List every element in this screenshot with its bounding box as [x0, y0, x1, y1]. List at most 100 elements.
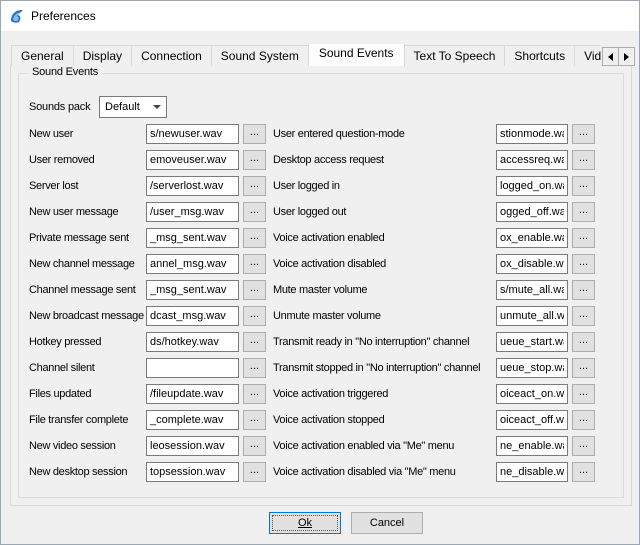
browse-button[interactable]: ... [572, 176, 595, 196]
sound-file-input[interactable] [146, 462, 239, 482]
sound-event-row: File transfer complete ... Voice activat… [1, 410, 639, 430]
ok-button[interactable]: Ok [269, 512, 341, 534]
cancel-button[interactable]: Cancel [351, 512, 423, 534]
sound-file-input[interactable] [496, 332, 568, 352]
sound-event-label: New user message [29, 202, 118, 222]
sounds-pack-value: Default [105, 101, 140, 113]
sound-event-label: Voice activation triggered [273, 384, 388, 404]
sound-event-label: Server lost [29, 176, 78, 196]
browse-button[interactable]: ... [572, 306, 595, 326]
browse-button[interactable]: ... [572, 280, 595, 300]
tab-scroll-left-button[interactable] [602, 47, 619, 66]
browse-button[interactable]: ... [572, 358, 595, 378]
browse-button[interactable]: ... [243, 202, 266, 222]
browse-button[interactable]: ... [243, 280, 266, 300]
sound-event-label: Transmit stopped in "No interruption" ch… [273, 358, 480, 378]
sound-event-label: Transmit ready in "No interruption" chan… [273, 332, 469, 352]
browse-button[interactable]: ... [243, 410, 266, 430]
sound-file-input[interactable] [496, 176, 568, 196]
browse-button[interactable]: ... [243, 228, 266, 248]
chevron-down-icon [153, 105, 161, 109]
tab-video[interactable]: Video [574, 45, 601, 66]
sound-event-label: Voice activation disabled [273, 254, 386, 274]
sound-event-label: User removed [29, 150, 94, 170]
browse-button[interactable]: ... [572, 436, 595, 456]
browse-button[interactable]: ... [243, 436, 266, 456]
sound-event-label: User logged out [273, 202, 346, 222]
sound-event-label: Voice activation stopped [273, 410, 384, 430]
sound-file-input[interactable] [496, 150, 568, 170]
sound-file-input[interactable] [146, 202, 239, 222]
browse-button[interactable]: ... [243, 358, 266, 378]
sounds-pack-select[interactable]: Default [99, 96, 167, 118]
sound-file-input[interactable] [496, 280, 568, 300]
sound-file-input[interactable] [146, 150, 239, 170]
sound-file-input[interactable] [496, 254, 568, 274]
sound-file-input[interactable] [146, 358, 239, 378]
browse-button[interactable]: ... [243, 384, 266, 404]
tab-general[interactable]: General [11, 45, 74, 66]
browse-button[interactable]: ... [243, 176, 266, 196]
sounds-pack-label: Sounds pack [29, 96, 90, 118]
tab-sound-events[interactable]: Sound Events [308, 44, 405, 66]
sound-event-label: Unmute master volume [273, 306, 381, 326]
sound-event-label: Mute master volume [273, 280, 367, 300]
browse-button[interactable]: ... [243, 150, 266, 170]
window-title: Preferences [31, 9, 96, 23]
groupbox-title: Sound Events [28, 66, 102, 78]
sound-event-label: New channel message [29, 254, 135, 274]
sound-event-label: New video session [29, 436, 116, 456]
sound-event-row: Files updated ... Voice activation trigg… [1, 384, 639, 404]
browse-button[interactable]: ... [572, 410, 595, 430]
sound-file-input[interactable] [146, 124, 239, 144]
browse-button[interactable]: ... [572, 150, 595, 170]
sound-file-input[interactable] [496, 202, 568, 222]
sound-file-input[interactable] [146, 410, 239, 430]
tab-connection[interactable]: Connection [131, 45, 212, 66]
sound-event-label: Voice activation enabled [273, 228, 384, 248]
browse-button[interactable]: ... [572, 384, 595, 404]
browse-button[interactable]: ... [572, 202, 595, 222]
browse-button[interactable]: ... [572, 228, 595, 248]
browse-button[interactable]: ... [243, 306, 266, 326]
sound-event-label: Channel message sent [29, 280, 136, 300]
browse-button[interactable]: ... [572, 462, 595, 482]
sound-file-input[interactable] [496, 124, 568, 144]
sound-file-input[interactable] [146, 384, 239, 404]
sound-file-input[interactable] [496, 410, 568, 430]
sound-file-input[interactable] [146, 306, 239, 326]
ok-button-label: Ok [298, 517, 312, 529]
tab-text-to-speech[interactable]: Text To Speech [404, 45, 506, 66]
tab-display[interactable]: Display [73, 45, 132, 66]
browse-button[interactable]: ... [572, 124, 595, 144]
sound-file-input[interactable] [496, 462, 568, 482]
app-icon [9, 8, 25, 24]
sound-event-label: File transfer complete [29, 410, 128, 430]
sound-file-input[interactable] [146, 436, 239, 456]
sound-file-input[interactable] [496, 358, 568, 378]
sound-file-input[interactable] [146, 176, 239, 196]
sound-event-label: Files updated [29, 384, 91, 404]
sound-event-row: Channel silent ... Transmit stopped in "… [1, 358, 639, 378]
browse-button[interactable]: ... [243, 124, 266, 144]
sound-file-input[interactable] [496, 436, 568, 456]
tab-shortcuts[interactable]: Shortcuts [504, 45, 575, 66]
sound-file-input[interactable] [146, 332, 239, 352]
preferences-dialog: Preferences General Display Connection S… [0, 0, 640, 545]
browse-button[interactable]: ... [572, 254, 595, 274]
browse-button[interactable]: ... [243, 254, 266, 274]
sound-event-label: Private message sent [29, 228, 129, 248]
browse-button[interactable]: ... [243, 462, 266, 482]
sound-file-input[interactable] [146, 254, 239, 274]
browse-button[interactable]: ... [572, 332, 595, 352]
sound-file-input[interactable] [496, 384, 568, 404]
sound-file-input[interactable] [146, 280, 239, 300]
sound-file-input[interactable] [496, 306, 568, 326]
tab-scroll-right-button[interactable] [618, 47, 635, 66]
sound-event-label: Voice activation enabled via "Me" menu [273, 436, 454, 456]
browse-button[interactable]: ... [243, 332, 266, 352]
sound-file-input[interactable] [496, 228, 568, 248]
sound-file-input[interactable] [146, 228, 239, 248]
tab-sound-system[interactable]: Sound System [211, 45, 309, 66]
title-bar[interactable]: Preferences [1, 1, 639, 31]
